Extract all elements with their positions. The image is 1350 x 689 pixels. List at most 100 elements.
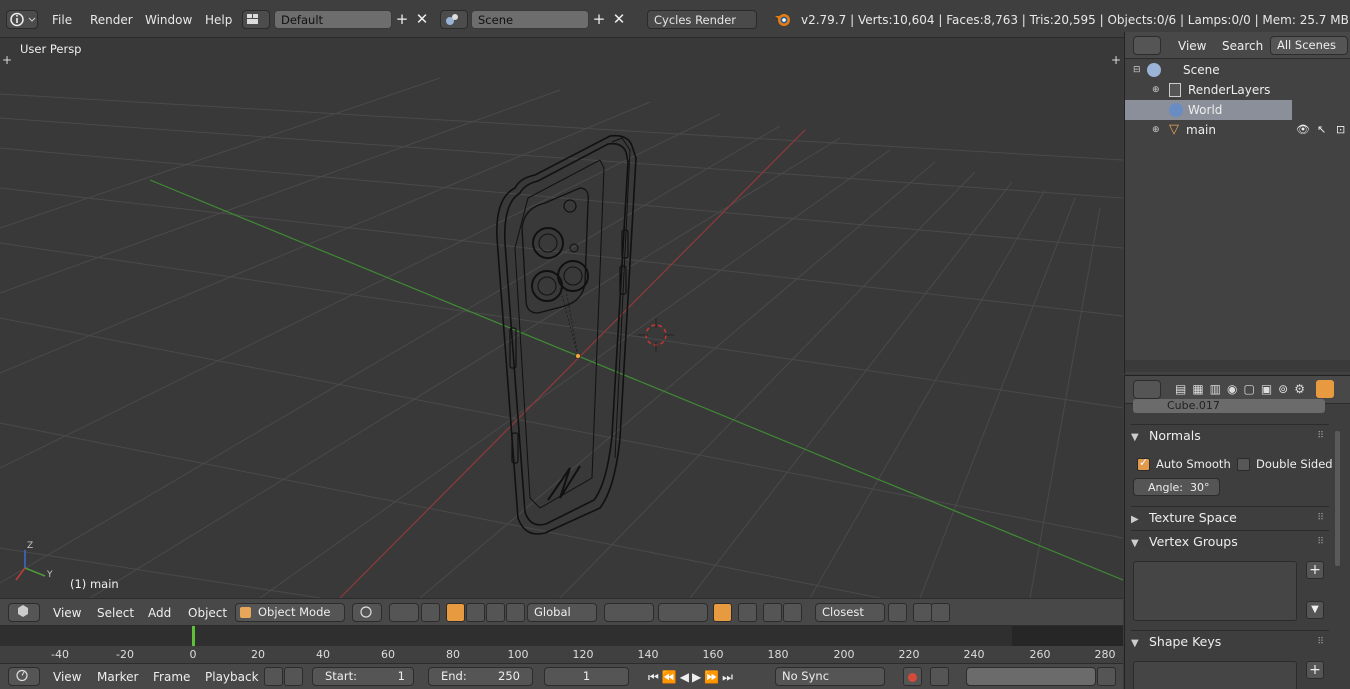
screen-layout-field[interactable]: Default (274, 10, 392, 29)
remove-scene-button[interactable]: ✕ (608, 10, 630, 29)
render-engine-dropdown[interactable]: Cycles Render (647, 10, 757, 29)
timeline-ruler[interactable]: -40 -20 0 20 40 60 80 100 120 140 160 18… (0, 646, 1123, 664)
marker-menu[interactable]: Marker (97, 668, 138, 686)
expand-icon[interactable]: ⊕ (1152, 120, 1160, 140)
rotate-manipulator-icon[interactable] (466, 603, 485, 622)
layers-block-2[interactable] (658, 603, 708, 622)
file-menu[interactable]: File (52, 11, 72, 29)
current-frame-field[interactable]: 1 (544, 667, 629, 686)
shape-keys-panel-header[interactable]: ▼ Shape Keys ⠿ (1131, 630, 1329, 652)
panel-grip-icon[interactable]: ⠿ (1317, 507, 1325, 529)
timeline-view-menu[interactable]: View (53, 668, 81, 686)
add-vertex-group-button[interactable]: + (1306, 561, 1324, 579)
viewport-shading-dropdown[interactable] (352, 603, 382, 622)
snap-element-icon[interactable] (783, 603, 802, 622)
opengl-animation-icon[interactable] (931, 603, 950, 622)
scene-icon[interactable] (440, 10, 468, 29)
outliner-label: RenderLayers (1188, 83, 1271, 97)
scale-manipulator-icon[interactable] (486, 603, 505, 622)
help-menu[interactable]: Help (205, 11, 232, 29)
opengl-render-icon[interactable] (913, 603, 932, 622)
panel-grip-icon[interactable]: ⠿ (1317, 425, 1325, 447)
3d-cursor[interactable] (638, 318, 674, 352)
lock-layers-icon[interactable] (713, 603, 732, 622)
proportional-edit-icon[interactable] (738, 603, 757, 622)
transform-orientation-icon[interactable] (506, 603, 525, 622)
panel-grip-icon[interactable]: ⠿ (1317, 631, 1325, 653)
playback-controls[interactable]: ⏮⏪◀▶⏩⏭ (648, 670, 766, 686)
outliner-row-world[interactable]: World (1125, 100, 1292, 120)
outliner-view-menu[interactable]: View (1178, 37, 1206, 55)
editor-type-3d-view-icon[interactable] (8, 603, 40, 622)
double-sided-checkbox[interactable] (1237, 458, 1250, 471)
shape-keys-list[interactable] (1133, 661, 1297, 689)
transform-orientation-dropdown[interactable]: Global (527, 603, 597, 622)
keying-set-icon[interactable] (930, 667, 949, 686)
screen-layout-icon[interactable] (242, 10, 270, 29)
render-menu[interactable]: Render (90, 11, 133, 29)
outliner-search-menu[interactable]: Search (1222, 37, 1263, 55)
timeline-track[interactable] (0, 626, 1123, 646)
sync-mode-dropdown[interactable]: No Sync (775, 667, 885, 686)
scene-field[interactable]: Scene (471, 10, 589, 29)
vertex-groups-list[interactable] (1133, 561, 1297, 621)
angle-field[interactable]: Angle: 30° (1133, 478, 1220, 496)
panel-expanded-icon: ▼ (1131, 538, 1139, 549)
end-frame-field[interactable]: End: 250 (428, 667, 533, 686)
properties-editor-type-icon[interactable] (1133, 380, 1161, 399)
normals-panel-header[interactable]: ▼ Normals ⠿ (1131, 424, 1329, 446)
collapse-icon[interactable]: ⊟ (1133, 60, 1141, 80)
expand-icon[interactable]: ⊕ (1152, 80, 1160, 100)
info-editor-type-icon[interactable] (6, 10, 38, 29)
outliner-row-renderlayers[interactable]: ⊕ RenderLayers (1125, 80, 1350, 100)
add-menu[interactable]: Add (148, 604, 171, 622)
add-scene-button[interactable]: + (588, 10, 610, 29)
window-menu[interactable]: Window (145, 11, 192, 29)
object-menu[interactable]: Object (188, 604, 227, 622)
timeline-editor[interactable]: -40 -20 0 20 40 60 80 100 120 140 160 18… (0, 625, 1123, 664)
mesh-data-tab-icon[interactable] (1316, 380, 1334, 398)
panel-grip-icon[interactable]: ⠿ (1317, 531, 1325, 553)
outliner-scrollbar[interactable] (1125, 360, 1350, 372)
properties-scrollbar[interactable] (1335, 431, 1340, 566)
add-layout-button[interactable]: + (391, 10, 413, 29)
outliner-editor-type-icon[interactable] (1133, 36, 1161, 55)
renderable-camera-icon[interactable]: ⊡ (1336, 120, 1345, 140)
properties-context-tabs[interactable]: ▤▦▥◉▢▣⊚⚙ (1175, 382, 1311, 396)
visibility-eye-icon[interactable]: 👁 (1296, 120, 1310, 140)
remove-layout-button[interactable]: ✕ (411, 10, 433, 29)
playback-menu[interactable]: Playback (205, 668, 259, 686)
outliner-editor[interactable]: View Search All Scenes ⊟ Scene ⊕ RenderL… (1124, 32, 1350, 374)
preview-range-icon[interactable] (264, 667, 283, 686)
view-menu[interactable]: View (53, 604, 81, 622)
frame-menu[interactable]: Frame (153, 668, 190, 686)
auto-smooth-checkbox[interactable] (1137, 456, 1150, 471)
current-frame-marker[interactable] (192, 626, 195, 646)
editor-type-timeline-icon[interactable] (8, 667, 40, 686)
keying-set-field[interactable] (966, 667, 1096, 686)
translate-manipulator-icon[interactable] (446, 603, 465, 622)
vertex-groups-panel-header[interactable]: ▼ Vertex Groups ⠿ (1131, 530, 1329, 552)
mode-dropdown[interactable]: Object Mode (235, 603, 345, 622)
viewport-canvas[interactable]: + + (0, 38, 1123, 598)
selectable-cursor-icon[interactable]: ↖ (1317, 120, 1326, 140)
3d-viewport[interactable]: + + User Persp (1) main Z Y (0, 38, 1123, 598)
outliner-row-scene[interactable]: ⊟ Scene (1125, 60, 1350, 80)
texture-space-panel-header[interactable]: ▶ Texture Space ⠿ (1131, 506, 1329, 528)
lock-range-icon[interactable] (284, 667, 303, 686)
properties-editor[interactable]: ▤▦▥◉▢▣⊚⚙ Cube.017 ▼ Normals ⠿ Auto Smoot… (1124, 375, 1350, 689)
add-shape-key-button[interactable]: + (1306, 661, 1324, 679)
insert-keyframe-icon[interactable] (1097, 667, 1116, 686)
vertex-group-specials-button[interactable]: ▼ (1306, 601, 1324, 619)
manipulator-toggle-icon[interactable] (421, 603, 440, 622)
layers-block-1[interactable] (604, 603, 654, 622)
outliner-display-mode[interactable]: All Scenes (1270, 36, 1348, 55)
snap-target-dropdown[interactable]: Closest (815, 603, 885, 622)
mesh-name-field[interactable]: Cube.017 (1133, 399, 1325, 413)
outliner-row-main[interactable]: ⊕ ▽ main 👁 ↖ ⊡ (1125, 120, 1350, 140)
pivot-point-dropdown[interactable] (389, 603, 419, 622)
render-still-icon[interactable] (888, 603, 907, 622)
select-menu[interactable]: Select (97, 604, 134, 622)
snap-toggle-icon[interactable] (763, 603, 782, 622)
start-frame-field[interactable]: Start: 1 (312, 667, 414, 686)
